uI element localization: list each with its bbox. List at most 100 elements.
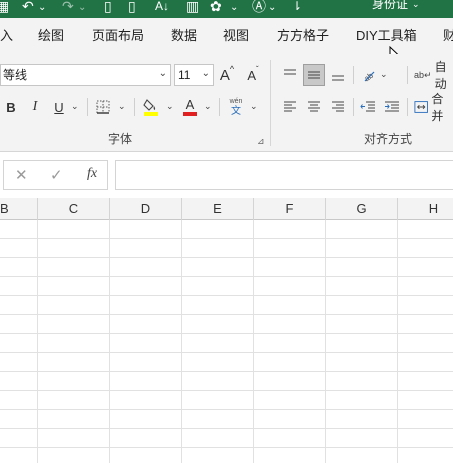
quick-access-icon[interactable]: ▦ — [0, 0, 9, 14]
separator — [353, 66, 354, 84]
underline-button[interactable]: U — [51, 96, 67, 118]
wrap-text-button[interactable]: ab↵ 自动 — [414, 60, 453, 91]
font-color-button[interactable]: A — [180, 96, 200, 118]
align-middle-icon — [308, 71, 320, 79]
formula-buttons-area: ✕ ✓ fx — [3, 160, 108, 190]
undo-dropdown-icon[interactable]: ⌄ — [38, 0, 46, 16]
tab-data[interactable]: 数据 — [171, 28, 197, 44]
formula-input[interactable] — [115, 160, 453, 190]
underline-dropdown-icon[interactable]: ⌄ — [71, 101, 79, 112]
align-right-icon — [332, 101, 344, 112]
column-header-h[interactable]: H — [398, 198, 453, 220]
sort-az-icon[interactable]: A↓ — [155, 0, 169, 14]
column-header-e[interactable]: E — [182, 198, 254, 220]
settings-icon[interactable]: ✿ — [210, 0, 222, 14]
group-separator — [270, 60, 271, 146]
file-icon[interactable]: ▯ — [128, 0, 136, 14]
column-header-b[interactable]: B — [0, 198, 38, 220]
increase-indent-icon — [385, 101, 399, 112]
font-name-combo[interactable]: 等线 ⌄ — [0, 64, 171, 86]
grid-line — [0, 352, 453, 353]
align-top-button[interactable] — [279, 64, 301, 86]
align-bottom-button[interactable] — [327, 64, 349, 86]
tab-diy-toolbox[interactable]: DIY工具箱 — [356, 28, 417, 44]
new-file-icon[interactable]: ▯ — [104, 0, 112, 14]
align-top-icon — [284, 69, 296, 75]
column-header-g[interactable]: G — [326, 198, 398, 220]
align-center-button[interactable] — [303, 96, 325, 118]
fill-color-button[interactable] — [141, 96, 161, 118]
tab-page-layout[interactable]: 页面布局 — [92, 28, 144, 44]
title-dropdown-icon[interactable]: ⌄ — [412, 0, 420, 10]
align-middle-button[interactable] — [303, 64, 325, 86]
column-header-f[interactable]: F — [254, 198, 326, 220]
orientation-icon: ab — [362, 71, 375, 83]
enter-icon[interactable]: ✓ — [50, 166, 63, 184]
column-header-d[interactable]: D — [110, 198, 182, 220]
title-bar: ▦ ↶ ⌄ ↷ ⌄ ▯ ▯ A↓ ▥ ✿ ⌄ Ⓐ ⌄ ⇂ 身份证 ⌄ — [0, 0, 453, 18]
grid-line — [0, 238, 453, 239]
borders-button[interactable] — [94, 96, 112, 118]
text-box-icon[interactable]: Ⓐ — [252, 0, 266, 14]
chevron-down-icon[interactable]: ⌄ — [202, 68, 210, 79]
orientation-dropdown-icon[interactable]: ⌄ — [380, 69, 388, 80]
font-size-value: 11 — [178, 68, 191, 82]
merge-center-button[interactable]: 合并 — [414, 92, 453, 123]
decrease-indent-icon — [360, 101, 375, 112]
tab-insert[interactable]: 入 — [0, 28, 13, 44]
phonetic-top: wén — [229, 97, 243, 105]
align-left-icon — [284, 101, 296, 112]
align-left-button[interactable] — [279, 96, 301, 118]
redo-dropdown-icon[interactable]: ⌄ — [78, 0, 86, 16]
column-headers: B C D E F G H — [0, 198, 453, 220]
grid-line — [0, 276, 453, 277]
insert-function-button[interactable]: fx — [87, 166, 97, 182]
align-bottom-icon — [332, 75, 344, 81]
font-color-dropdown-icon[interactable]: ⌄ — [204, 101, 212, 112]
undo-icon[interactable]: ↶ — [22, 0, 34, 14]
tab-draw[interactable]: 绘图 — [38, 28, 64, 44]
settings-dropdown-icon[interactable]: ⌄ — [230, 0, 238, 16]
borders-dropdown-icon[interactable]: ⌄ — [118, 101, 126, 112]
font-name-value: 等线 — [3, 68, 28, 82]
grid-line — [0, 314, 453, 315]
chevron-down-icon[interactable]: ⌄ — [159, 68, 167, 79]
wrap-text-label: 自动 — [434, 60, 447, 91]
phonetic-button[interactable]: wén 文 — [226, 94, 246, 120]
phonetic-dropdown-icon[interactable]: ⌄ — [250, 101, 258, 112]
font-size-combo[interactable]: 11 ⌄ — [174, 64, 214, 86]
grow-font-label: A — [219, 66, 230, 84]
ribbon-tabs: 入 绘图 页面布局 数据 视图 方方格子 DIY工具箱 财 — [0, 18, 453, 64]
grid-line — [0, 390, 453, 391]
chart-icon[interactable]: ▥ — [186, 0, 199, 14]
cancel-icon[interactable]: ✕ — [15, 166, 28, 184]
fill-color-dropdown-icon[interactable]: ⌄ — [166, 101, 174, 112]
grid-line — [0, 428, 453, 429]
wrap-text-icon: ab↵ — [414, 69, 432, 80]
italic-button[interactable]: I — [27, 96, 43, 118]
paint-bucket-icon — [143, 99, 158, 116]
align-center-icon — [308, 101, 320, 112]
grid-line — [0, 409, 453, 410]
separator — [353, 98, 354, 116]
shrink-font-button[interactable]: Aˇ — [244, 64, 262, 86]
tab-finance[interactable]: 财 — [443, 28, 453, 44]
tab-view[interactable]: 视图 — [223, 28, 249, 44]
align-right-button[interactable] — [327, 96, 349, 118]
grid-line — [0, 447, 453, 448]
font-group-label: 字体 — [108, 132, 133, 146]
text-box-dropdown-icon[interactable]: ⌄ — [268, 0, 276, 16]
tab-fangfang-gezi[interactable]: 方方格子 — [277, 28, 329, 44]
column-header-c[interactable]: C — [38, 198, 110, 220]
orientation-button[interactable]: ab — [360, 64, 378, 86]
font-color-letter: A — [186, 97, 195, 112]
more-commands-icon[interactable]: ⇂ — [292, 0, 302, 14]
phonetic-bottom: 文 — [231, 105, 241, 117]
bold-button[interactable]: B — [3, 96, 19, 118]
decrease-indent-button[interactable] — [358, 96, 378, 118]
cell-grid[interactable] — [0, 220, 453, 463]
grow-font-button[interactable]: A ^ — [218, 64, 236, 86]
font-dialog-launcher-icon[interactable]: ⊿ — [257, 136, 265, 147]
redo-icon[interactable]: ↷ — [62, 0, 74, 14]
increase-indent-button[interactable] — [382, 96, 402, 118]
